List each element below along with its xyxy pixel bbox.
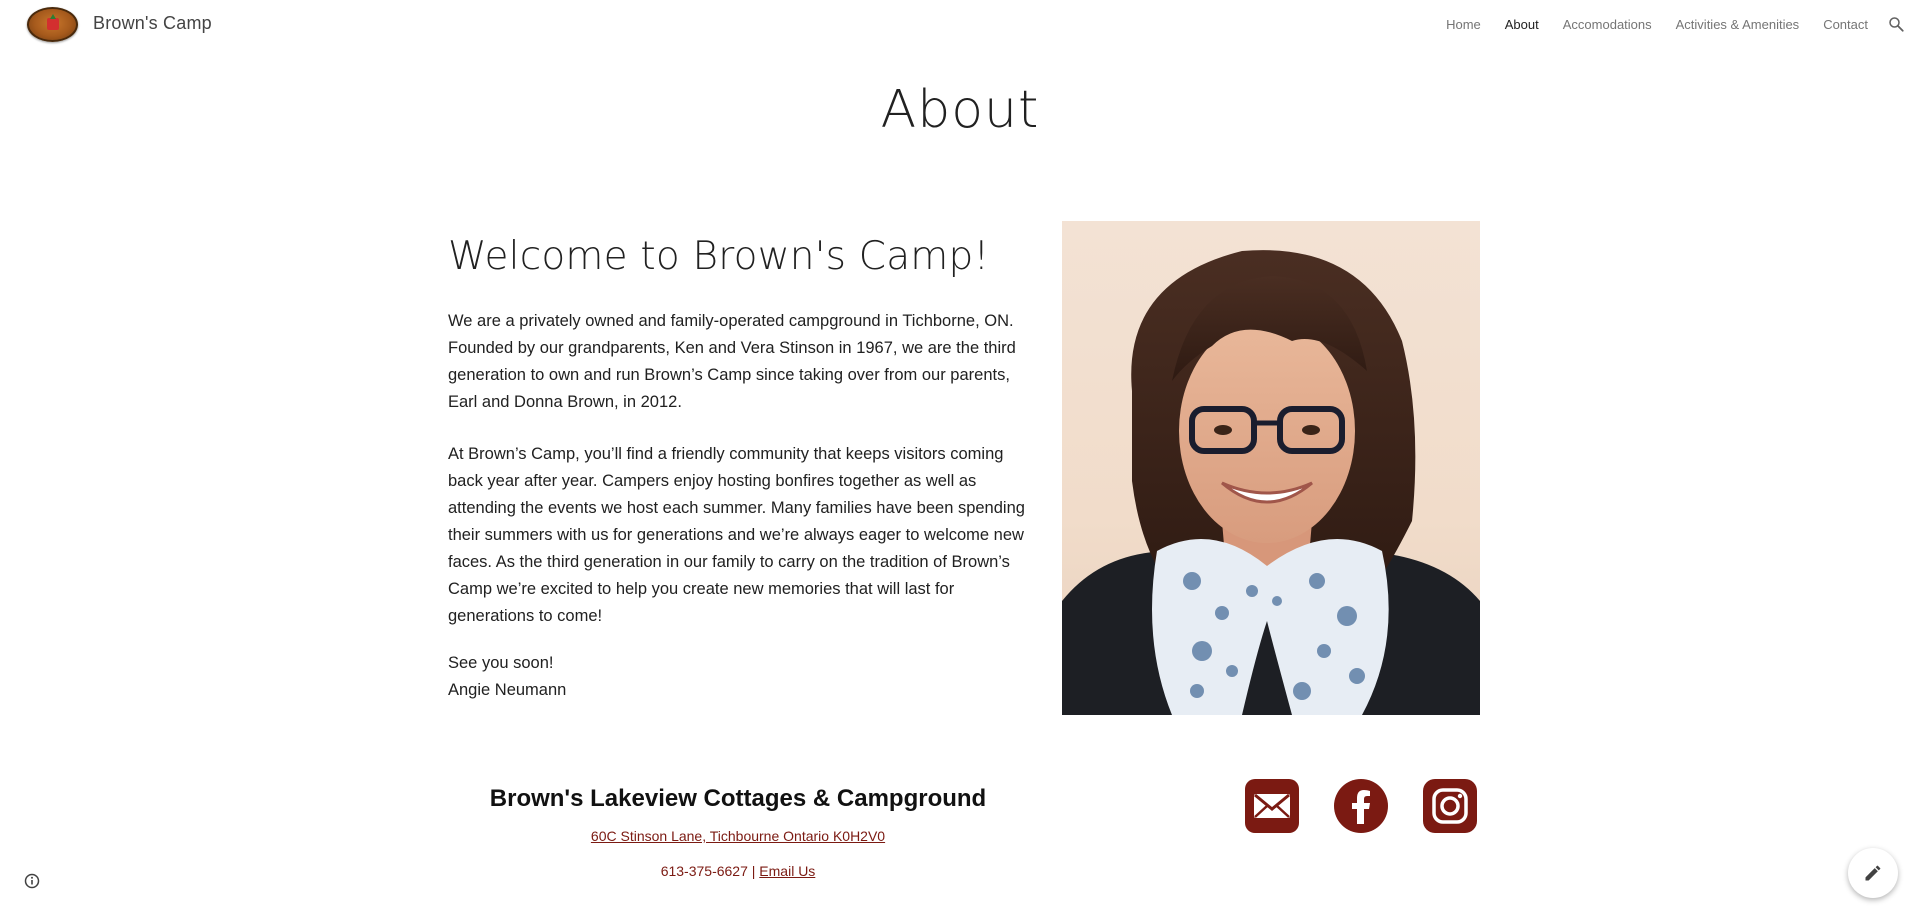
- page-title: About: [880, 80, 1040, 140]
- search-icon[interactable]: [1887, 15, 1905, 33]
- edit-button[interactable]: [1848, 848, 1898, 898]
- pencil-icon: [1865, 865, 1881, 881]
- facebook-icon[interactable]: [1333, 778, 1389, 834]
- phone-number: 613-375-6627: [660, 863, 748, 879]
- logo-mark-icon: [47, 14, 59, 30]
- signoff-name: Angie Neumann: [448, 681, 567, 699]
- signoff: See you soon! Angie Neumann: [448, 650, 1028, 704]
- portrait-illustration: [1062, 250, 1480, 715]
- community-paragraph: At Brown’s Camp, you’ll find a friendly …: [448, 445, 1025, 625]
- footer-address-link[interactable]: 60C Stinson Lane, Tichbourne Ontario K0H…: [480, 828, 996, 844]
- owner-portrait-photo: [1062, 221, 1480, 715]
- site-logo[interactable]: [27, 7, 78, 42]
- email-us-link[interactable]: Email Us: [759, 863, 815, 879]
- nav-item-about[interactable]: About: [1505, 17, 1539, 32]
- footer-contact: 613-375-6627 | Email Us: [480, 863, 996, 879]
- email-icon[interactable]: [1244, 778, 1300, 834]
- site-title[interactable]: Brown's Camp: [93, 13, 212, 34]
- instagram-icon[interactable]: [1422, 778, 1478, 834]
- welcome-heading: Welcome to Brown's Camp!: [448, 234, 990, 279]
- info-icon[interactable]: [24, 873, 40, 889]
- site-header: Brown's Camp Home About Accomodations Ac…: [0, 0, 1920, 52]
- nav-item-contact[interactable]: Contact: [1823, 17, 1868, 32]
- contact-separator: |: [751, 863, 756, 879]
- signoff-greeting: See you soon!: [448, 654, 554, 672]
- main-nav: Home About Accomodations Activities & Am…: [1446, 17, 1868, 32]
- nav-item-activities-amenities[interactable]: Activities & Amenities: [1676, 17, 1800, 32]
- footer-title: Brown's Lakeview Cottages & Campground: [489, 785, 987, 812]
- nav-item-home[interactable]: Home: [1446, 17, 1481, 32]
- intro-paragraph: We are a privately owned and family-oper…: [448, 312, 1016, 411]
- nav-item-accomodations[interactable]: Accomodations: [1563, 17, 1652, 32]
